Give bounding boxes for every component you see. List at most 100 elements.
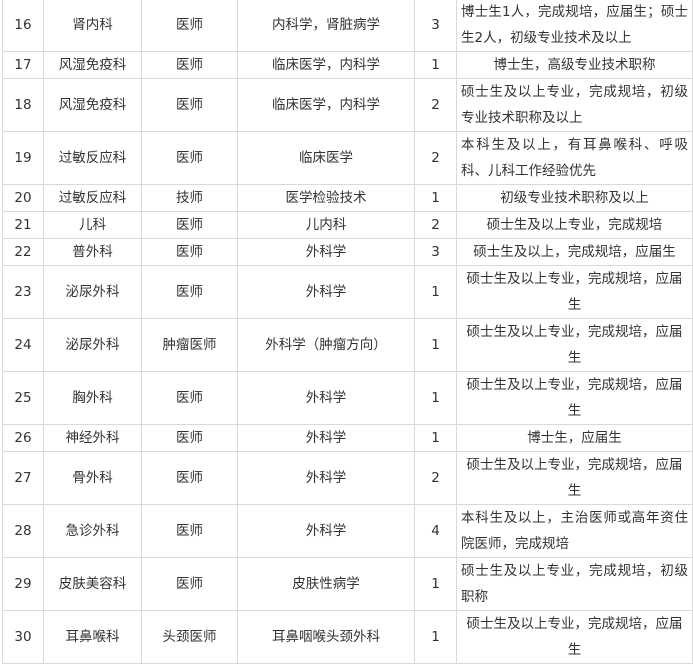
cell-count: 1 <box>414 610 457 664</box>
cell-major: 临床医学，内科学 <box>237 78 415 132</box>
cell-no: 17 <box>2 51 44 79</box>
table-row: 29 皮肤美容科 医师 皮肤性病学 1 硕士生及以上专业，完成规培，初级职称 <box>2 557 693 611</box>
cell-count: 2 <box>414 211 457 239</box>
cell-dept: 肾内科 <box>43 0 142 52</box>
cell-requirement: 初级专业技术职称及以上 <box>456 184 693 212</box>
cell-dept: 耳鼻喉科 <box>43 610 142 664</box>
cell-post: 医师 <box>141 0 238 52</box>
table-row: 19 过敏反应科 医师 临床医学 2 本科生及以上，有耳鼻喉科、呼吸科、儿科工作… <box>2 131 693 185</box>
cell-count: 2 <box>414 131 457 185</box>
table-row: 16 肾内科 医师 内科学，肾脏病学 3 博士生1人，完成规培，应届生；硕士生2… <box>2 0 693 52</box>
cell-requirement: 硕士生及以上，完成规培，应届生 <box>456 238 693 266</box>
cell-no: 28 <box>2 504 44 558</box>
cell-count: 3 <box>414 238 457 266</box>
cell-major: 外科学 <box>237 424 415 452</box>
cell-dept: 普外科 <box>43 238 142 266</box>
cell-requirement: 博士生1人，完成规培，应届生；硕士生2人，初级专业技术及以上 <box>456 0 693 52</box>
cell-major: 临床医学，内科学 <box>237 51 415 79</box>
cell-dept: 过敏反应科 <box>43 131 142 185</box>
table-body: 16 肾内科 医师 内科学，肾脏病学 3 博士生1人，完成规培，应届生；硕士生2… <box>2 0 693 664</box>
table-row: 18 风湿免疫科 医师 临床医学，内科学 2 硕士生及以上专业，完成规培，初级专… <box>2 78 693 132</box>
cell-major: 外科学（肿瘤方向） <box>237 318 415 372</box>
cell-requirement: 硕士生及以上专业，完成规培，应届生 <box>456 451 693 505</box>
cell-major: 外科学 <box>237 504 415 558</box>
cell-count: 2 <box>414 78 457 132</box>
cell-no: 27 <box>2 451 44 505</box>
cell-count: 1 <box>414 424 457 452</box>
cell-dept: 神经外科 <box>43 424 142 452</box>
cell-major: 耳鼻咽喉头颈外科 <box>237 610 415 664</box>
cell-post: 肿瘤医师 <box>141 318 238 372</box>
cell-dept: 泌尿外科 <box>43 318 142 372</box>
cell-requirement: 硕士生及以上专业，完成规培 <box>456 211 693 239</box>
cell-major: 内科学，肾脏病学 <box>237 0 415 52</box>
cell-count: 2 <box>414 451 457 505</box>
table-row: 25 胸外科 医师 外科学 1 硕士生及以上专业，完成规培，应届生 <box>2 371 693 425</box>
cell-count: 1 <box>414 318 457 372</box>
cell-count: 4 <box>414 504 457 558</box>
cell-post: 医师 <box>141 557 238 611</box>
cell-post: 医师 <box>141 265 238 319</box>
table-row: 20 过敏反应科 技师 医学检验技术 1 初级专业技术职称及以上 <box>2 184 693 212</box>
cell-dept: 急诊外科 <box>43 504 142 558</box>
table-row: 26 神经外科 医师 外科学 1 博士生，应届生 <box>2 424 693 452</box>
cell-no: 19 <box>2 131 44 185</box>
cell-no: 18 <box>2 78 44 132</box>
cell-no: 16 <box>2 0 44 52</box>
table-row: 28 急诊外科 医师 外科学 4 本科生及以上，主治医师或高年资住院医师，完成规… <box>2 504 693 558</box>
cell-major: 外科学 <box>237 265 415 319</box>
cell-requirement: 博士生，高级专业技术职称 <box>456 51 693 79</box>
cell-dept: 儿科 <box>43 211 142 239</box>
cell-count: 1 <box>414 51 457 79</box>
cell-post: 医师 <box>141 211 238 239</box>
cell-dept: 泌尿外科 <box>43 265 142 319</box>
cell-major: 皮肤性病学 <box>237 557 415 611</box>
cell-dept: 胸外科 <box>43 371 142 425</box>
table-row: 21 儿科 医师 儿内科 2 硕士生及以上专业，完成规培 <box>2 211 693 239</box>
table-row: 22 普外科 医师 外科学 3 硕士生及以上，完成规培，应届生 <box>2 238 693 266</box>
cell-major: 外科学 <box>237 371 415 425</box>
cell-post: 医师 <box>141 78 238 132</box>
cell-requirement: 本科生及以上，主治医师或高年资住院医师，完成规培 <box>456 504 693 558</box>
cell-post: 技师 <box>141 184 238 212</box>
table-row: 27 骨外科 医师 外科学 2 硕士生及以上专业，完成规培，应届生 <box>2 451 693 505</box>
cell-no: 23 <box>2 265 44 319</box>
cell-count: 3 <box>414 0 457 52</box>
cell-major: 外科学 <box>237 451 415 505</box>
cell-count: 1 <box>414 265 457 319</box>
cell-major: 临床医学 <box>237 131 415 185</box>
cell-post: 医师 <box>141 424 238 452</box>
cell-no: 26 <box>2 424 44 452</box>
cell-requirement: 硕士生及以上专业，完成规培，初级专业技术职称及以上 <box>456 78 693 132</box>
cell-dept: 骨外科 <box>43 451 142 505</box>
cell-requirement: 硕士生及以上专业，完成规培，应届生 <box>456 318 693 372</box>
table-row: 30 耳鼻喉科 头颈医师 耳鼻咽喉头颈外科 1 硕士生及以上专业，完成规培，应届… <box>2 610 693 664</box>
table-row: 24 泌尿外科 肿瘤医师 外科学（肿瘤方向） 1 硕士生及以上专业，完成规培，应… <box>2 318 693 372</box>
cell-requirement: 硕士生及以上专业，完成规培，应届生 <box>456 265 693 319</box>
cell-post: 医师 <box>141 451 238 505</box>
cell-no: 25 <box>2 371 44 425</box>
cell-requirement: 硕士生及以上专业，完成规培，初级职称 <box>456 557 693 611</box>
cell-no: 29 <box>2 557 44 611</box>
table-row: 23 泌尿外科 医师 外科学 1 硕士生及以上专业，完成规培，应届生 <box>2 265 693 319</box>
cell-requirement: 硕士生及以上专业，完成规培，应届生 <box>456 610 693 664</box>
cell-no: 21 <box>2 211 44 239</box>
cell-post: 医师 <box>141 371 238 425</box>
cell-requirement: 硕士生及以上专业，完成规培，应届生 <box>456 371 693 425</box>
cell-no: 24 <box>2 318 44 372</box>
cell-post: 医师 <box>141 238 238 266</box>
cell-no: 30 <box>2 610 44 664</box>
cell-requirement: 博士生，应届生 <box>456 424 693 452</box>
cell-dept: 风湿免疫科 <box>43 51 142 79</box>
cell-dept: 过敏反应科 <box>43 184 142 212</box>
recruitment-table: 16 肾内科 医师 内科学，肾脏病学 3 博士生1人，完成规培，应届生；硕士生2… <box>2 0 693 664</box>
cell-count: 1 <box>414 371 457 425</box>
cell-requirement: 本科生及以上，有耳鼻喉科、呼吸科、儿科工作经验优先 <box>456 131 693 185</box>
cell-post: 头颈医师 <box>141 610 238 664</box>
cell-no: 20 <box>2 184 44 212</box>
cell-no: 22 <box>2 238 44 266</box>
cell-count: 1 <box>414 557 457 611</box>
cell-major: 外科学 <box>237 238 415 266</box>
cell-dept: 皮肤美容科 <box>43 557 142 611</box>
table-row: 17 风湿免疫科 医师 临床医学，内科学 1 博士生，高级专业技术职称 <box>2 51 693 79</box>
